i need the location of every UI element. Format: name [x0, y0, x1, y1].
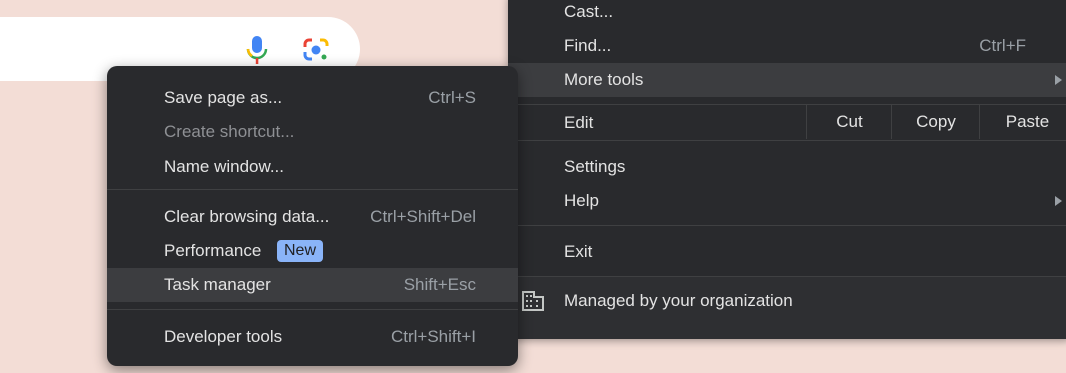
menu-item-label: Settings: [564, 157, 626, 176]
divider: [107, 189, 518, 190]
menu-item-label: More tools: [564, 70, 644, 89]
divider: [107, 309, 518, 310]
submenu-arrow-icon: [1055, 75, 1062, 85]
menu-item-cast[interactable]: Cast...: [508, 0, 1066, 29]
new-badge: New: [277, 240, 324, 262]
menu-item-settings[interactable]: Settings: [508, 150, 1066, 184]
divider: [508, 140, 1066, 141]
menu-item-save-page[interactable]: Save page as... Ctrl+S: [107, 81, 518, 115]
menu-item-label: Save page as...: [164, 88, 283, 107]
menu-item-help[interactable]: Help: [508, 184, 1066, 218]
menu-item-label: Exit: [564, 242, 593, 261]
menu-item-performance[interactable]: Performance New: [107, 234, 518, 268]
shortcut-text: Ctrl+S: [428, 88, 476, 107]
menu-item-managed[interactable]: Managed by your organization: [508, 277, 1066, 339]
shortcut-text: Shift+Esc: [403, 275, 476, 294]
chrome-main-menu: Cast... Find... Ctrl+F More tools Edit C…: [508, 0, 1066, 339]
google-lens-icon[interactable]: [302, 37, 330, 63]
shortcut-text: Ctrl+F: [979, 36, 1026, 55]
menu-item-label: Performance: [164, 241, 262, 260]
menu-item-label: Cast...: [564, 2, 614, 21]
menu-item-label: Create shortcut...: [164, 122, 295, 141]
menu-item-label: Edit: [564, 113, 594, 132]
microphone-icon[interactable]: [246, 36, 268, 64]
paste-button[interactable]: Paste: [979, 105, 1066, 139]
menu-item-label: Find...: [564, 36, 612, 55]
submenu-arrow-icon: [1055, 196, 1062, 206]
menu-item-label: Help: [564, 191, 599, 210]
divider: [508, 225, 1066, 226]
shortcut-text: Ctrl+Shift+I: [390, 327, 476, 346]
menu-item-label: Developer tools: [164, 327, 283, 346]
menu-item-task-manager[interactable]: Task manager Shift+Esc: [107, 268, 518, 302]
cut-button[interactable]: Cut: [806, 105, 892, 139]
more-tools-submenu: Save page as... Ctrl+S Create shortcut..…: [107, 66, 518, 366]
menu-item-name-window[interactable]: Name window...: [107, 150, 518, 184]
menu-item-label: Name window...: [164, 157, 284, 176]
menu-item-exit[interactable]: Exit: [508, 235, 1066, 269]
menu-item-edit: Edit Cut Copy Paste: [508, 105, 1066, 139]
copy-button[interactable]: Copy: [891, 105, 980, 139]
menu-item-label: Managed by your organization: [564, 291, 793, 310]
menu-item-developer-tools[interactable]: Developer tools Ctrl+Shift+I: [107, 320, 518, 354]
menu-item-create-shortcut: Create shortcut...: [107, 115, 518, 149]
menu-item-label: Task manager: [164, 275, 271, 294]
menu-item-more-tools[interactable]: More tools: [508, 63, 1066, 97]
menu-item-find[interactable]: Find... Ctrl+F: [508, 29, 1066, 63]
menu-item-label: Clear browsing data...: [164, 207, 330, 226]
shortcut-text: Ctrl+Shift+Del: [370, 207, 476, 226]
menu-item-clear-browsing-data[interactable]: Clear browsing data... Ctrl+Shift+Del: [107, 200, 518, 234]
building-icon: [522, 291, 544, 311]
